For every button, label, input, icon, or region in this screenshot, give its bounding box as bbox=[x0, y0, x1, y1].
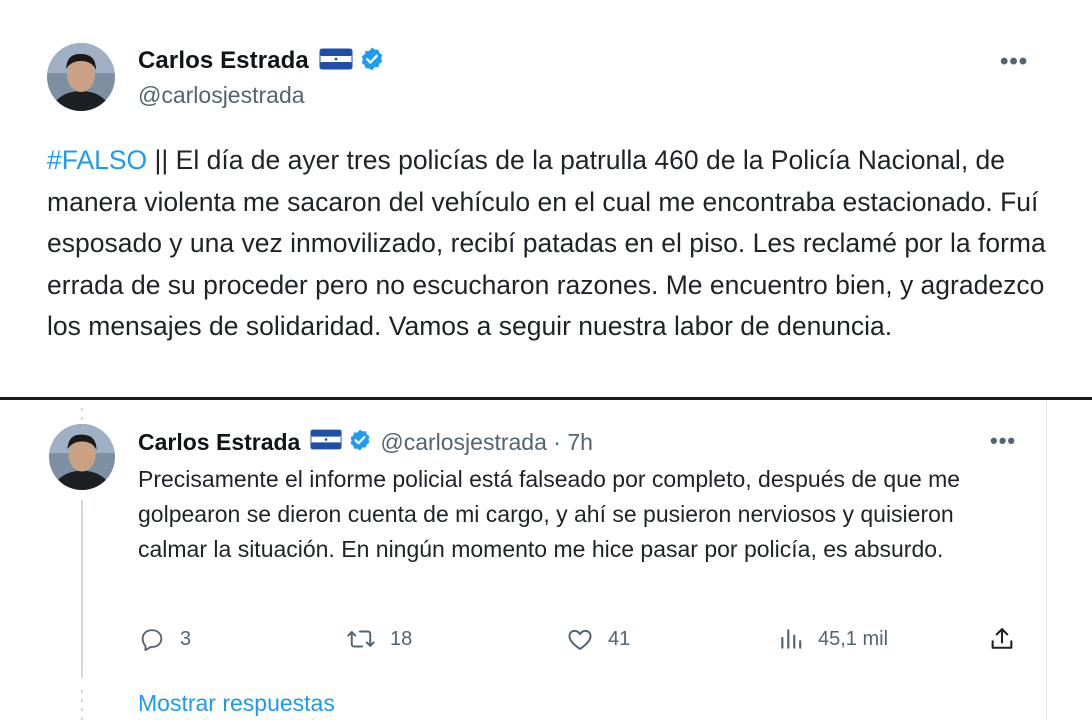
show-replies-link[interactable]: Mostrar respuestas bbox=[138, 690, 335, 717]
reply-icon bbox=[138, 625, 166, 653]
reply-count: 3 bbox=[180, 627, 192, 650]
avatar-image bbox=[49, 424, 115, 490]
view-count: 45,1 mil bbox=[818, 627, 889, 650]
more-icon[interactable]: ••• bbox=[1000, 48, 1028, 76]
reply-button[interactable]: 3 bbox=[138, 622, 191, 656]
column-border bbox=[1046, 400, 1047, 720]
views-icon bbox=[778, 626, 804, 652]
share-icon bbox=[988, 625, 1016, 653]
avatar-image bbox=[47, 43, 115, 111]
like-count: 41 bbox=[608, 627, 631, 650]
thread-line bbox=[81, 500, 83, 678]
avatar[interactable] bbox=[49, 424, 115, 490]
author-handle[interactable]: @carlosjestrada bbox=[138, 82, 305, 109]
tweet-body: || El día de ayer tres policías de la pa… bbox=[47, 145, 1046, 341]
views-button[interactable]: 45,1 mil bbox=[778, 622, 888, 656]
tweet-body: Precisamente el informe policial está fa… bbox=[138, 466, 961, 562]
more-icon[interactable]: ••• bbox=[990, 428, 1016, 454]
retweet-button[interactable]: 18 bbox=[346, 622, 412, 656]
thread-connector-top bbox=[81, 408, 83, 420]
action-bar: 3 18 41 45,1 mil bbox=[138, 622, 1028, 656]
author-row: Carlos Estrada @carlosjestrada · 7h bbox=[138, 425, 593, 459]
verified-badge-icon bbox=[359, 46, 385, 77]
retweet-icon bbox=[346, 625, 376, 653]
hashtag-link[interactable]: #FALSO bbox=[47, 145, 147, 175]
main-tweet: Carlos Estrada @carlosjestrada ••• #FALS… bbox=[0, 0, 1092, 398]
share-button[interactable] bbox=[988, 622, 1016, 656]
author-name[interactable]: Carlos Estrada bbox=[138, 429, 300, 456]
like-icon bbox=[566, 625, 594, 653]
author-name[interactable]: Carlos Estrada bbox=[138, 47, 309, 75]
flag-honduras-icon bbox=[310, 429, 342, 455]
reply-tweet: Carlos Estrada @carlosjestrada · 7h ••• … bbox=[0, 400, 1092, 720]
avatar[interactable] bbox=[47, 43, 115, 111]
verified-badge-icon bbox=[348, 428, 372, 457]
author-row: Carlos Estrada bbox=[138, 44, 385, 78]
flag-honduras-icon bbox=[319, 48, 353, 75]
tweet-text: #FALSO || El día de ayer tres policías d… bbox=[47, 140, 1047, 348]
thread-connector-dots bbox=[81, 690, 83, 720]
retweet-count: 18 bbox=[390, 627, 413, 650]
author-handle-time[interactable]: @carlosjestrada · 7h bbox=[380, 429, 593, 456]
like-button[interactable]: 41 bbox=[566, 622, 630, 656]
